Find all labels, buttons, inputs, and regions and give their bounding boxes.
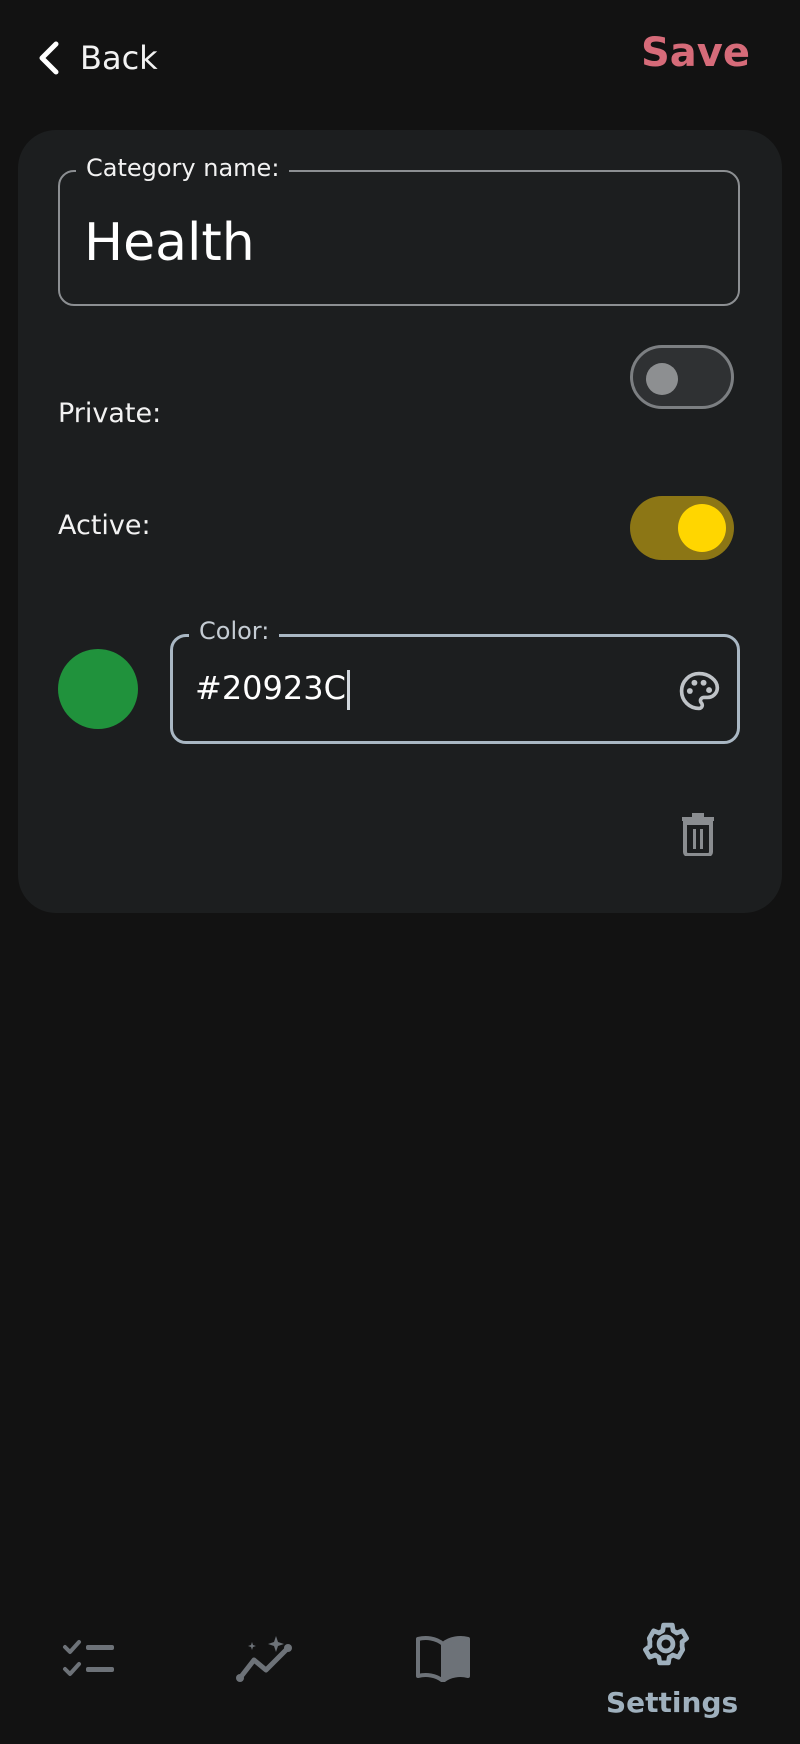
top-bar: Back Save <box>0 0 800 116</box>
category-editor-card: Category name: Private: Active: Color: #… <box>18 130 782 913</box>
back-button[interactable]: Back <box>36 34 158 82</box>
save-button[interactable]: Save <box>641 30 750 76</box>
active-label: Active: <box>58 510 151 541</box>
bottom-navigation <box>0 1600 800 1744</box>
color-label: Color: <box>189 617 280 645</box>
category-name-input[interactable] <box>82 212 706 274</box>
color-value-text: #20923C <box>195 669 346 707</box>
color-field[interactable]: Color: #20923C <box>170 617 740 744</box>
private-label: Private: <box>58 398 162 429</box>
gear-icon[interactable] <box>640 1618 692 1670</box>
palette-icon[interactable] <box>677 669 721 713</box>
color-swatch[interactable] <box>58 649 138 729</box>
text-caret <box>346 670 350 710</box>
category-name-label: Category name: <box>76 154 290 182</box>
category-name-field[interactable]: Category name: <box>58 154 740 306</box>
back-label: Back <box>80 39 158 77</box>
private-toggle-knob <box>646 363 678 395</box>
chevron-left-icon <box>39 41 59 75</box>
sparkle-chart-icon[interactable] <box>236 1634 296 1684</box>
active-toggle[interactable] <box>630 496 734 560</box>
book-icon[interactable] <box>414 1632 472 1682</box>
color-input[interactable]: #20923C <box>195 669 350 710</box>
nav-settings-label[interactable]: Settings <box>606 1686 738 1719</box>
trash-icon[interactable] <box>678 812 718 856</box>
active-toggle-knob <box>678 504 726 552</box>
checklist-icon[interactable] <box>62 1638 116 1684</box>
private-toggle[interactable] <box>630 345 734 409</box>
